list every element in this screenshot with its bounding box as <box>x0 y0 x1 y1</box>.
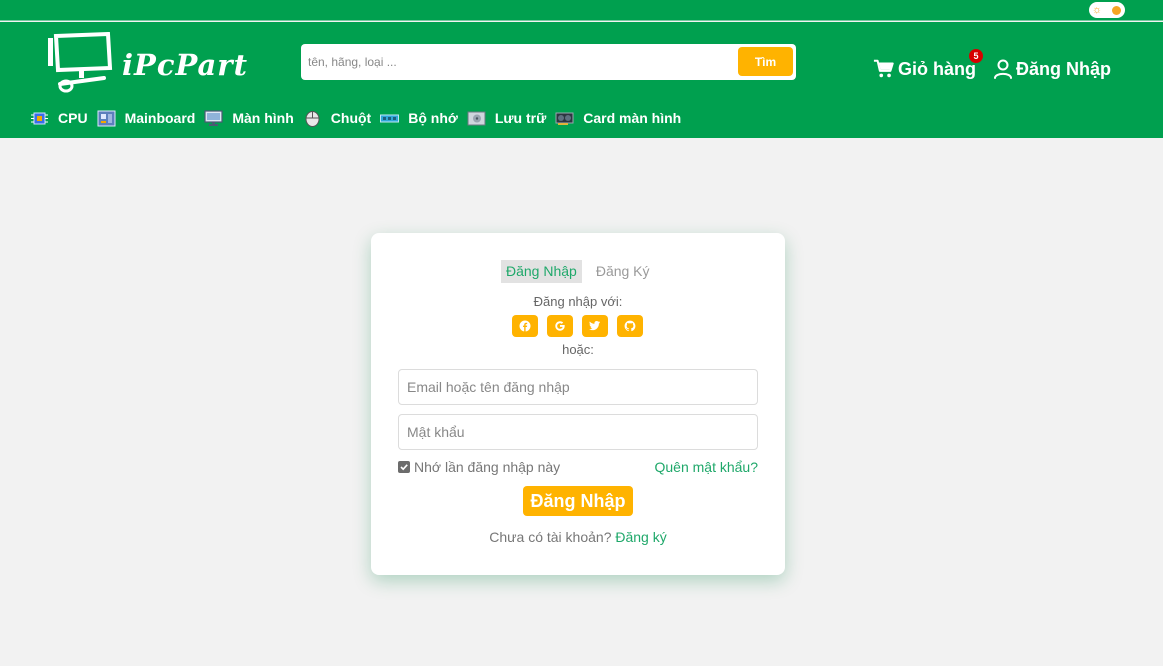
category-mainboard[interactable]: Mainboard <box>97 110 196 127</box>
twitter-login-button[interactable] <box>582 315 608 337</box>
or-divider-label: hoặc: <box>562 342 594 357</box>
social-login-buttons <box>512 315 652 337</box>
email-field[interactable] <box>398 369 758 405</box>
category-mouse[interactable]: Chuột <box>303 110 371 127</box>
search-button[interactable]: Tìm <box>738 47 793 76</box>
signup-prompt: Chưa có tài khoản? Đăng ký <box>371 529 785 545</box>
login-link[interactable]: Đăng Nhập <box>993 56 1111 82</box>
site-logo[interactable]: iPcPart <box>46 32 268 94</box>
cart-count-badge: 5 <box>969 49 983 63</box>
tab-login[interactable]: Đăng Nhập <box>501 260 582 283</box>
social-login-label: Đăng nhập với: <box>533 294 623 309</box>
remember-me-checkbox[interactable]: Nhớ lần đăng nhập này <box>398 459 560 475</box>
github-login-button[interactable] <box>617 315 643 337</box>
login-card: Đăng Nhập Đăng Ký Đăng nhập với: hoặc: E… <box>371 233 785 575</box>
google-login-button[interactable] <box>547 315 573 337</box>
category-label: Bộ nhớ <box>408 110 458 126</box>
theme-toggle[interactable]: ☼ <box>1089 2 1125 18</box>
password-field[interactable] <box>398 414 758 450</box>
cart-label: Giỏ hàng <box>898 58 976 79</box>
category-storage[interactable]: Lưu trữ <box>467 110 546 127</box>
search-input[interactable] <box>301 44 731 80</box>
github-icon <box>624 320 636 332</box>
category-label: Màn hình <box>232 110 294 126</box>
site-header: iPcPart Tìm Giỏ hàng 5 Đăng Nhập CPU <box>0 22 1163 138</box>
tab-register[interactable]: Đăng Ký <box>591 260 655 283</box>
facebook-icon <box>519 320 531 332</box>
facebook-login-button[interactable] <box>512 315 538 337</box>
toggle-knob <box>1112 6 1121 15</box>
category-label: Lưu trữ <box>494 110 547 126</box>
category-label: CPU <box>58 110 88 126</box>
category-label: Mainboard <box>124 110 196 126</box>
sun-icon: ☼ <box>1092 4 1103 16</box>
brand-name: iPcPart <box>122 48 248 82</box>
category-label: Card màn hình <box>583 110 682 126</box>
category-ram[interactable]: Bộ nhớ <box>380 110 458 127</box>
cart-icon <box>873 59 894 78</box>
checkbox-checked-icon <box>398 461 410 473</box>
mouse-icon <box>305 110 320 127</box>
gpu-icon <box>555 112 574 125</box>
search-bar: Tìm <box>301 44 796 80</box>
category-gpu[interactable]: Card màn hình <box>555 110 681 127</box>
google-icon <box>555 321 565 331</box>
storage-icon <box>467 111 486 125</box>
user-icon <box>994 59 1012 79</box>
monitor-icon <box>204 109 223 126</box>
category-monitor[interactable]: Màn hình <box>204 109 294 127</box>
auth-tabs: Đăng Nhập Đăng Ký <box>501 260 664 283</box>
login-submit-button[interactable]: Đăng Nhập <box>523 486 633 516</box>
cpu-icon <box>31 112 48 124</box>
forgot-password-link[interactable]: Quên mật khẩu? <box>654 459 758 475</box>
top-strip: ☼ <box>0 0 1163 21</box>
category-nav: CPU Mainboard Màn hình Chuột Bộ nhớ Lưu … <box>30 106 690 130</box>
login-label: Đăng Nhập <box>1016 58 1112 79</box>
signup-link[interactable]: Đăng ký <box>615 529 666 545</box>
category-label: Chuột <box>330 110 372 126</box>
category-cpu[interactable]: CPU <box>30 110 88 127</box>
twitter-icon <box>589 320 600 331</box>
computer-logo-icon <box>48 32 113 93</box>
remember-me-label: Nhớ lần đăng nhập này <box>414 459 561 475</box>
cart-link[interactable]: Giỏ hàng 5 <box>873 49 983 82</box>
signup-prompt-text: Chưa có tài khoản? <box>489 529 612 545</box>
ram-icon <box>380 114 400 122</box>
mainboard-icon <box>97 110 116 126</box>
